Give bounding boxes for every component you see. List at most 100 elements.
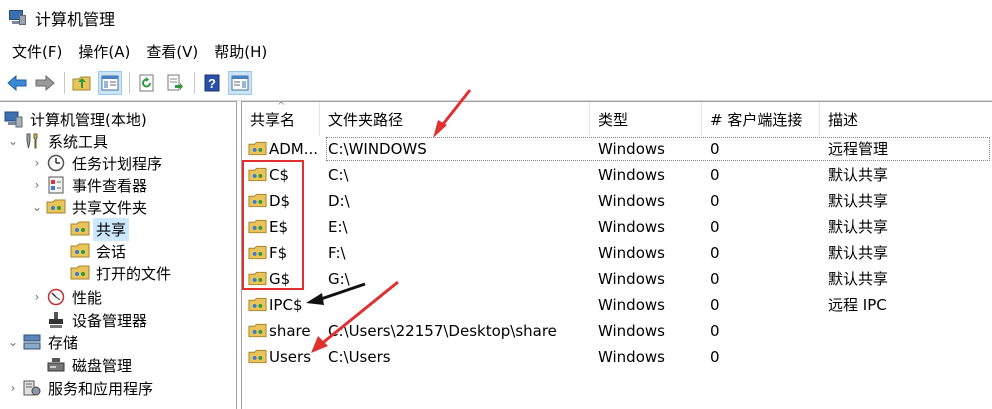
- tree-item-shared-folders[interactable]: ⌄ 共享文件夹: [30, 196, 150, 218]
- tree-label: 性能: [72, 288, 103, 307]
- tree-label: 打开的文件: [96, 264, 172, 283]
- computer-management-window: 计算机管理 文件(F) 操作(A) 查看(V) 帮助(H) ? 计算机管理(本地…: [0, 0, 992, 409]
- share-name-text: Users: [269, 348, 312, 366]
- description-cell: [820, 344, 992, 370]
- table-row[interactable]: ADM... C:\WINDOWS Windows 0 远程管理: [242, 136, 992, 162]
- show-hide-tree-icon: [101, 75, 119, 91]
- table-row[interactable]: F$ F:\ Windows 0 默认共享: [242, 240, 992, 266]
- chevron-right-icon[interactable]: ›: [30, 178, 44, 192]
- toolbar: ?: [0, 66, 992, 100]
- table-row[interactable]: IPC$ Windows 0 远程 IPC: [242, 292, 992, 318]
- description-cell-text: 默认共享: [828, 192, 889, 210]
- show-hide-action-pane-button[interactable]: [228, 71, 252, 95]
- chevron-down-icon[interactable]: ⌄: [6, 335, 20, 349]
- toolbar-separator: [64, 72, 65, 94]
- share-icon: [70, 220, 90, 238]
- type-cell-text: Windows: [598, 348, 665, 366]
- help-button[interactable]: ?: [200, 71, 224, 95]
- performance-icon: [46, 288, 66, 306]
- menu-action[interactable]: 操作(A): [70, 39, 138, 65]
- tools-icon: [22, 132, 42, 150]
- export-list-button[interactable]: [163, 71, 187, 95]
- table-row[interactable]: C$ C:\ Windows 0 默认共享: [242, 162, 992, 188]
- services-icon: [22, 379, 42, 397]
- chevron-down-icon[interactable]: ⌄: [30, 200, 44, 214]
- chevron-down-icon[interactable]: ⌄: [6, 134, 20, 148]
- type-cell-text: Windows: [598, 322, 665, 340]
- tree-item-storage[interactable]: ⌄ 存储: [6, 331, 81, 353]
- type-cell: Windows: [590, 266, 702, 292]
- table-row[interactable]: G$ G:\ Windows 0 默认共享: [242, 266, 992, 292]
- svg-text:?: ?: [208, 76, 216, 91]
- folder-path-cell-text: C:\Users: [328, 348, 391, 366]
- chevron-right-icon[interactable]: ›: [30, 156, 44, 170]
- type-cell: Windows: [590, 188, 702, 214]
- table-row[interactable]: D$ D:\ Windows 0 默认共享: [242, 188, 992, 214]
- menu-file[interactable]: 文件(F): [4, 39, 70, 65]
- share-name-text: ADM...: [269, 140, 319, 158]
- tree-item-sessions[interactable]: 会话: [54, 240, 129, 262]
- column-header-type[interactable]: 类型: [590, 102, 702, 136]
- folder-path-cell: E:\: [320, 214, 590, 240]
- shared-folder-icon: [248, 349, 267, 364]
- shares-list: ^ 共享名 文件夹路径 类型 # 客户端连接 描述 ADM... C:\WINDO…: [241, 101, 992, 409]
- tree-item-performance[interactable]: › 性能: [30, 286, 105, 308]
- column-header-description[interactable]: 描述: [820, 102, 992, 136]
- toolbar-separator: [129, 72, 130, 94]
- description-cell-text: 默认共享: [828, 270, 889, 288]
- back-button[interactable]: [5, 71, 29, 95]
- column-header-folder-path[interactable]: 文件夹路径: [320, 102, 590, 136]
- chevron-right-icon[interactable]: ›: [30, 290, 44, 304]
- client-connections-cell-text: 0: [710, 322, 720, 340]
- console-tree: 计算机管理(本地) ⌄ 系统工具 › 任务计划程序 › 事件查看器 ⌄ 共享文件…: [0, 101, 237, 409]
- up-folder-icon: [72, 76, 91, 91]
- forward-button[interactable]: [33, 71, 57, 95]
- refresh-button[interactable]: [135, 71, 159, 95]
- client-connections-cell: 0: [702, 292, 820, 318]
- tree-label: 设备管理器: [72, 311, 148, 330]
- type-cell-text: Windows: [598, 166, 665, 184]
- type-cell-text: Windows: [598, 218, 665, 236]
- up-one-level-button[interactable]: [70, 71, 94, 95]
- tree-item-services-applications[interactable]: › 服务和应用程序: [6, 377, 156, 399]
- description-cell: 默认共享: [820, 214, 992, 240]
- show-hide-console-tree-button[interactable]: [98, 71, 122, 95]
- tree-label: 存储: [48, 333, 79, 352]
- column-header-client-connections[interactable]: # 客户端连接: [702, 102, 820, 136]
- tree-item-computer-management[interactable]: 计算机管理(本地): [2, 108, 150, 130]
- table-row[interactable]: share C:\Users\22157\Desktop\share Windows…: [242, 318, 992, 344]
- share-name-cell: IPC$: [242, 292, 320, 318]
- share-name-text: IPC$: [269, 296, 303, 314]
- share-name-cell: share: [242, 318, 320, 344]
- back-icon: [7, 75, 27, 91]
- folder-path-cell-text: C:\: [328, 166, 349, 184]
- tree-item-system-tools[interactable]: ⌄ 系统工具: [6, 130, 111, 152]
- share-name-cell: ADM...: [242, 136, 320, 162]
- toolbar-separator: [194, 72, 195, 94]
- type-cell: Windows: [590, 344, 702, 370]
- tree-item-event-viewer[interactable]: › 事件查看器: [30, 174, 150, 196]
- type-cell: Windows: [590, 318, 702, 344]
- client-connections-cell: 0: [702, 240, 820, 266]
- tree-item-shares[interactable]: 共享: [54, 217, 130, 241]
- shared-folder-icon: [248, 323, 267, 338]
- storage-icon: [22, 333, 42, 351]
- tree-item-task-scheduler[interactable]: › 任务计划程序: [30, 152, 165, 174]
- column-header-share-name[interactable]: ^ 共享名: [242, 102, 320, 136]
- chevron-right-icon[interactable]: ›: [6, 381, 20, 395]
- session-icon: [70, 242, 90, 260]
- description-cell: 默认共享: [820, 240, 992, 266]
- table-row[interactable]: Users C:\Users Windows 0: [242, 344, 992, 370]
- tree-item-open-files[interactable]: 打开的文件: [54, 262, 174, 284]
- title-bar: 计算机管理: [0, 0, 992, 36]
- computer-management-icon: [9, 10, 27, 26]
- table-row[interactable]: E$ E:\ Windows 0 默认共享: [242, 214, 992, 240]
- tree-label: 共享文件夹: [72, 198, 148, 217]
- client-connections-cell-text: 0: [710, 270, 720, 288]
- menu-help[interactable]: 帮助(H): [206, 39, 275, 65]
- tree-item-disk-management[interactable]: 磁盘管理: [30, 354, 135, 376]
- tree-item-device-manager[interactable]: 设备管理器: [30, 309, 150, 331]
- tree-label: 任务计划程序: [72, 154, 163, 173]
- menu-view[interactable]: 查看(V): [138, 39, 206, 65]
- help-icon: ?: [204, 74, 220, 92]
